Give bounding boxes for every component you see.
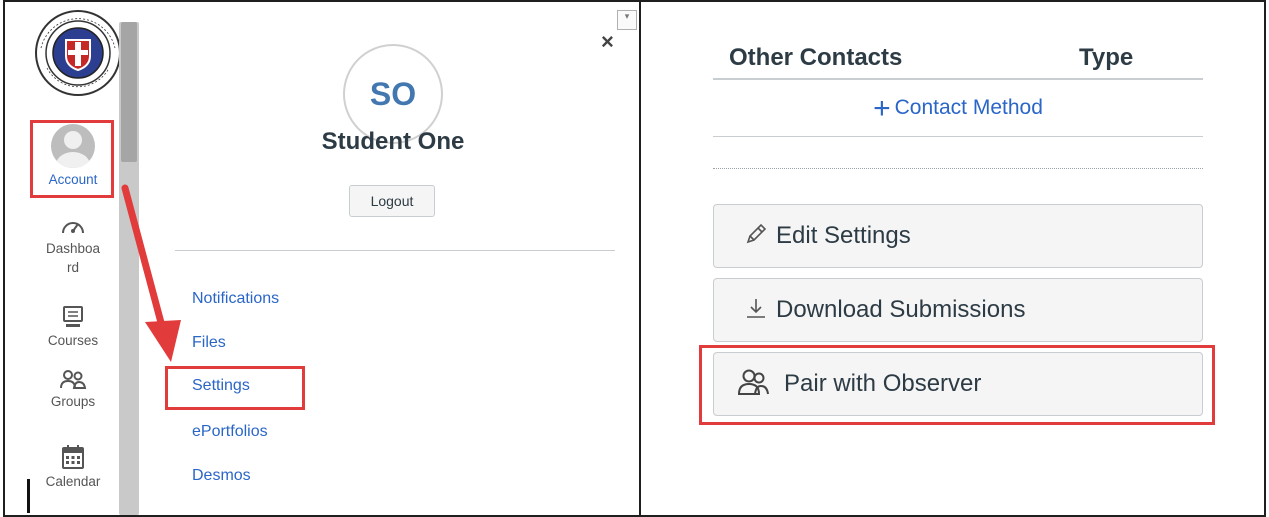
download-submissions-button[interactable]: Download Submissions <box>713 278 1203 342</box>
tray-link-files[interactable]: Files <box>192 333 226 353</box>
text-cursor <box>27 479 30 513</box>
tray-divider <box>175 250 615 251</box>
nav-scrollbar-thumb[interactable] <box>121 22 137 162</box>
groups-people-icon <box>60 370 87 389</box>
account-tray-screenshot: Account Dashboa rd Courses Groups Calend… <box>3 0 641 517</box>
edit-settings-label: Edit Settings <box>776 222 911 249</box>
pencil-icon <box>742 205 770 267</box>
tray-scroll-toggle[interactable]: ▾ <box>617 10 637 30</box>
download-submissions-label: Download Submissions <box>776 296 1026 323</box>
tray-link-notifications[interactable]: Notifications <box>192 289 279 309</box>
pair-observer-highlight-box <box>699 345 1215 425</box>
contacts-divider <box>713 136 1203 137</box>
nav-label-calendar: Calendar <box>45 474 101 489</box>
plus-icon: + <box>873 92 891 125</box>
nav-label-groups: Groups <box>50 394 96 409</box>
edit-settings-button[interactable]: Edit Settings <box>713 204 1203 268</box>
logout-button[interactable]: Logout <box>349 185 435 217</box>
close-icon[interactable]: × <box>601 31 614 53</box>
courses-monitor-icon <box>63 306 83 327</box>
nav-item-calendar[interactable]: Calendar <box>23 444 123 491</box>
other-contacts-header: Other Contacts <box>729 44 903 71</box>
add-contact-method-label: Contact Method <box>894 96 1043 119</box>
profile-settings-screenshot: Other Contacts Type + Contact Method Edit… <box>641 0 1266 517</box>
annotation-arrow-icon <box>121 184 181 362</box>
calendar-icon <box>62 445 84 469</box>
download-icon <box>742 279 770 341</box>
contacts-header-divider <box>713 78 1203 80</box>
contacts-dotted-divider <box>713 168 1203 169</box>
user-display-name: Student One <box>321 128 465 155</box>
dashboard-gauge-icon <box>62 222 84 234</box>
account-highlight-box <box>30 120 114 198</box>
type-header: Type <box>1079 44 1134 71</box>
add-contact-method-link[interactable]: + Contact Method <box>713 92 1203 126</box>
school-seal-logo[interactable] <box>33 8 123 98</box>
tray-link-eportfolios[interactable]: ePortfolios <box>192 422 268 442</box>
tray-link-desmos[interactable]: Desmos <box>192 466 251 486</box>
